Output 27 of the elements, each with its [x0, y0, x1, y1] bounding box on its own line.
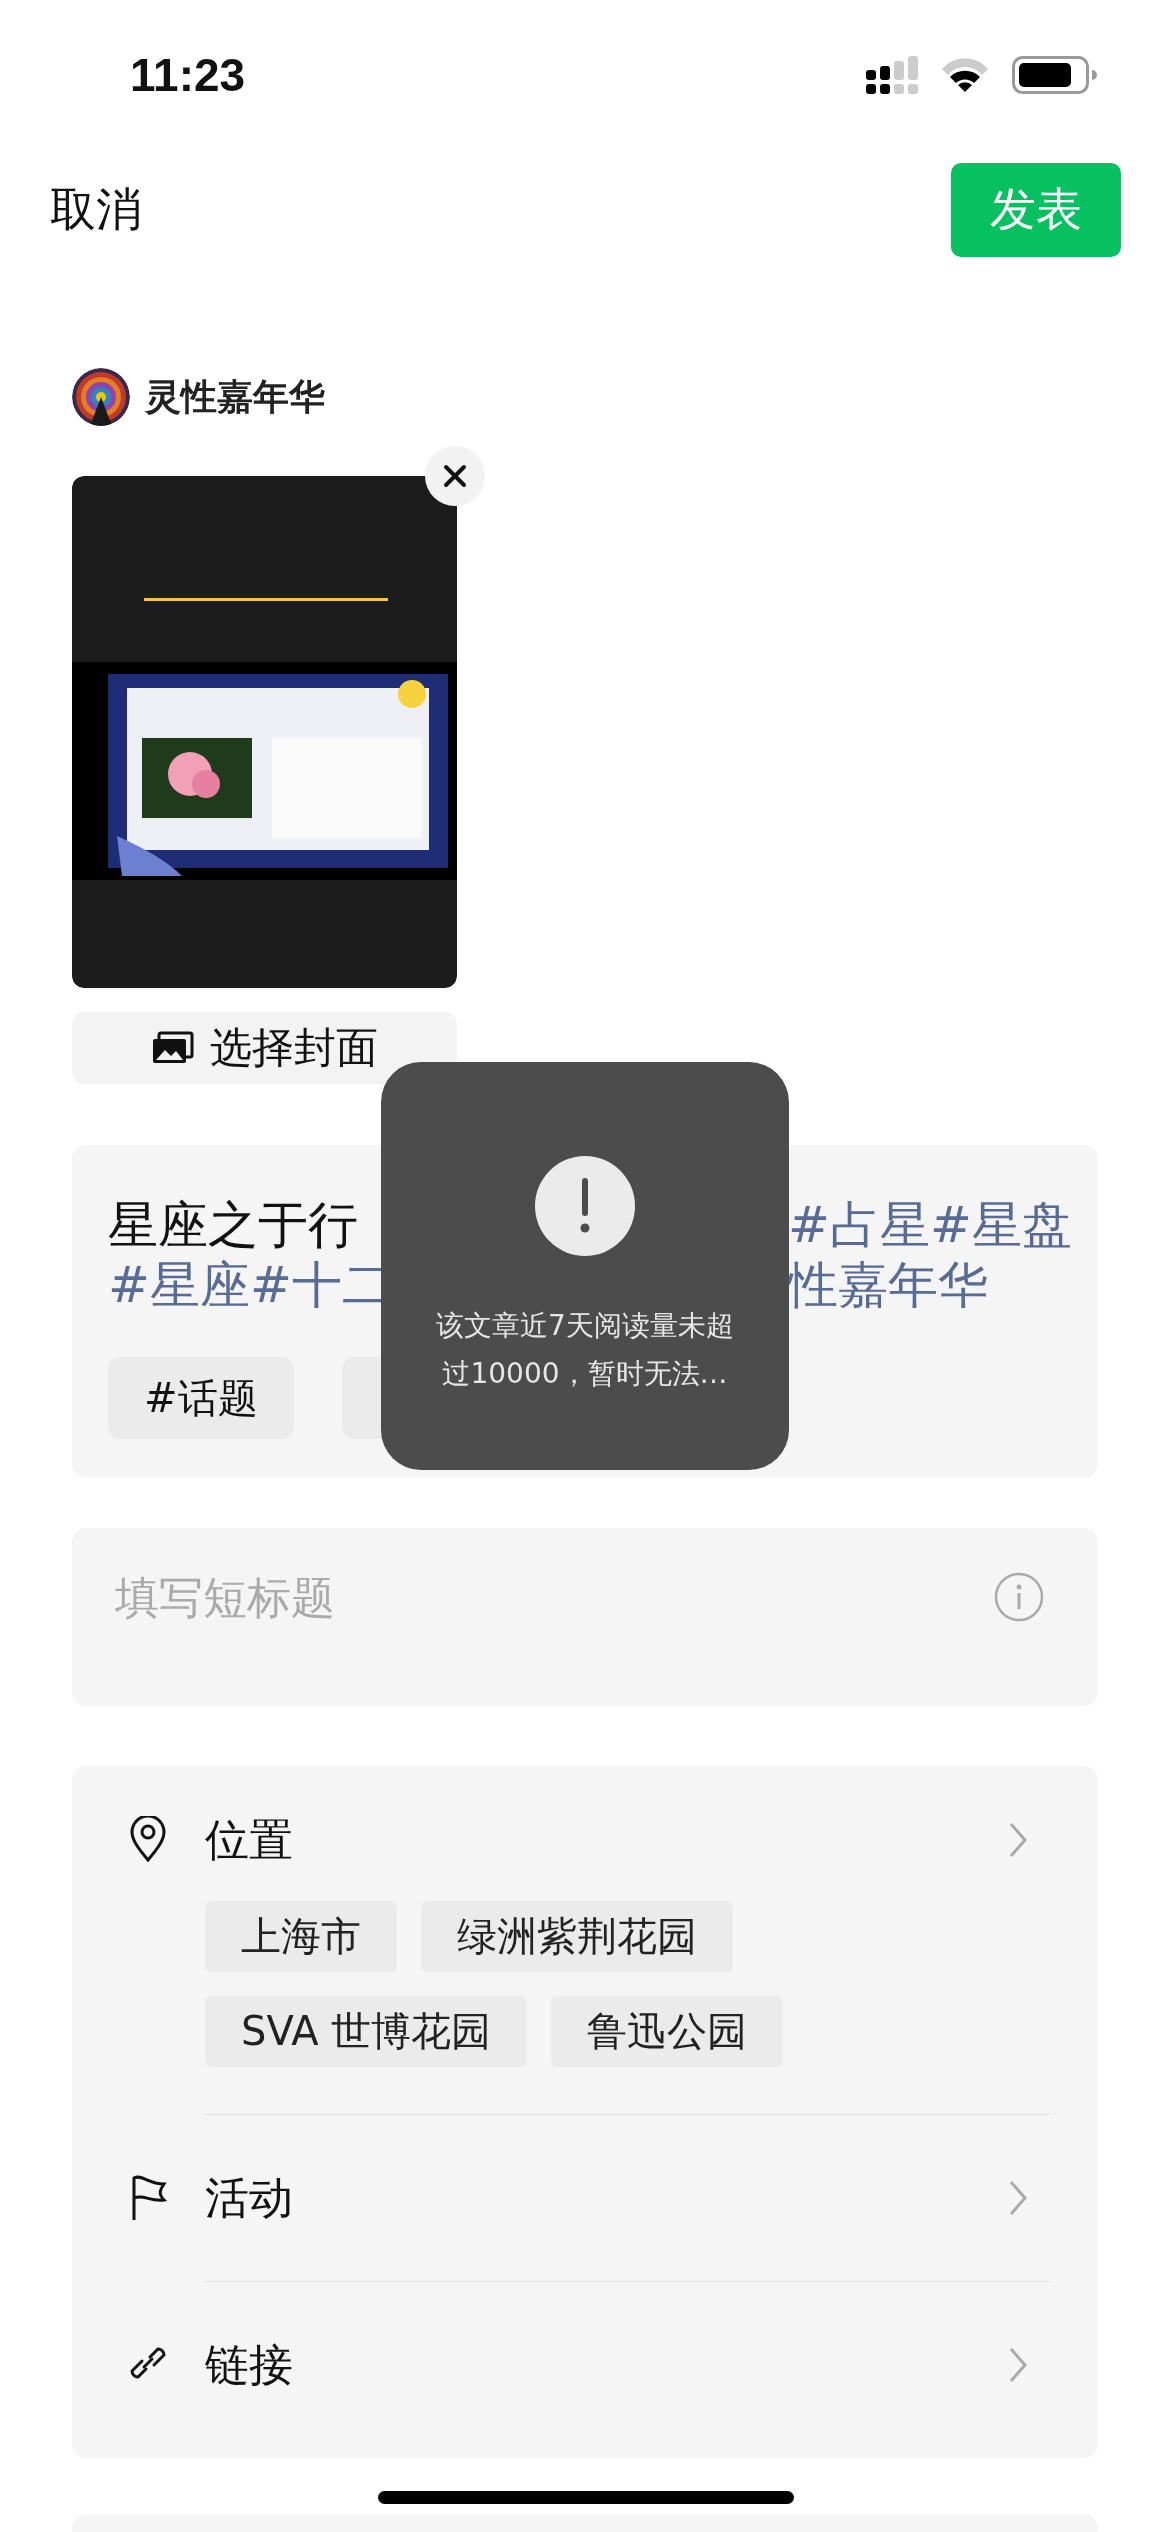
topic-chip[interactable]: #话题 — [108, 1357, 294, 1439]
toast-message: 该文章近7天阅读量未超过10000，暂时无法… — [435, 1308, 735, 1392]
short-title-field[interactable]: 填写短标题 — [115, 1572, 994, 1623]
author-name: 灵性嘉年华 — [145, 374, 325, 419]
cancel-button[interactable]: 取消 — [50, 179, 142, 241]
signal-icon — [866, 56, 918, 94]
chevron-right-icon — [1008, 2179, 1028, 2217]
location-tag[interactable]: 绿洲紫荆花园 — [421, 1901, 733, 1972]
status-time: 11:23 — [130, 48, 246, 102]
chevron-right-icon — [1008, 1821, 1028, 1859]
location-tag[interactable]: 鲁迅公园 — [551, 1996, 784, 2067]
hashtag-text[interactable]: #占星#星盘 — [788, 1195, 1072, 1255]
location-pin-icon — [128, 1816, 168, 1864]
close-icon — [443, 464, 467, 488]
location-tag[interactable]: 上海市 — [205, 1901, 397, 1972]
location-option[interactable]: 位置 — [205, 1810, 971, 1870]
link-option[interactable]: 链接 — [205, 2335, 971, 2395]
choose-cover-button[interactable]: 选择封面 — [72, 1012, 457, 1084]
chevron-right-icon — [1008, 2346, 1028, 2384]
location-tag[interactable]: SVA 世博花园 — [205, 1996, 528, 2067]
activity-option[interactable]: 活动 — [205, 2168, 971, 2228]
wifi-icon — [940, 57, 990, 93]
battery-icon — [1012, 56, 1098, 94]
image-icon — [151, 1031, 194, 1065]
warning-icon — [535, 1156, 635, 1256]
post-text: 星座之于行 — [108, 1195, 358, 1255]
hashtag-text[interactable]: 性嘉年华 — [788, 1255, 988, 1315]
